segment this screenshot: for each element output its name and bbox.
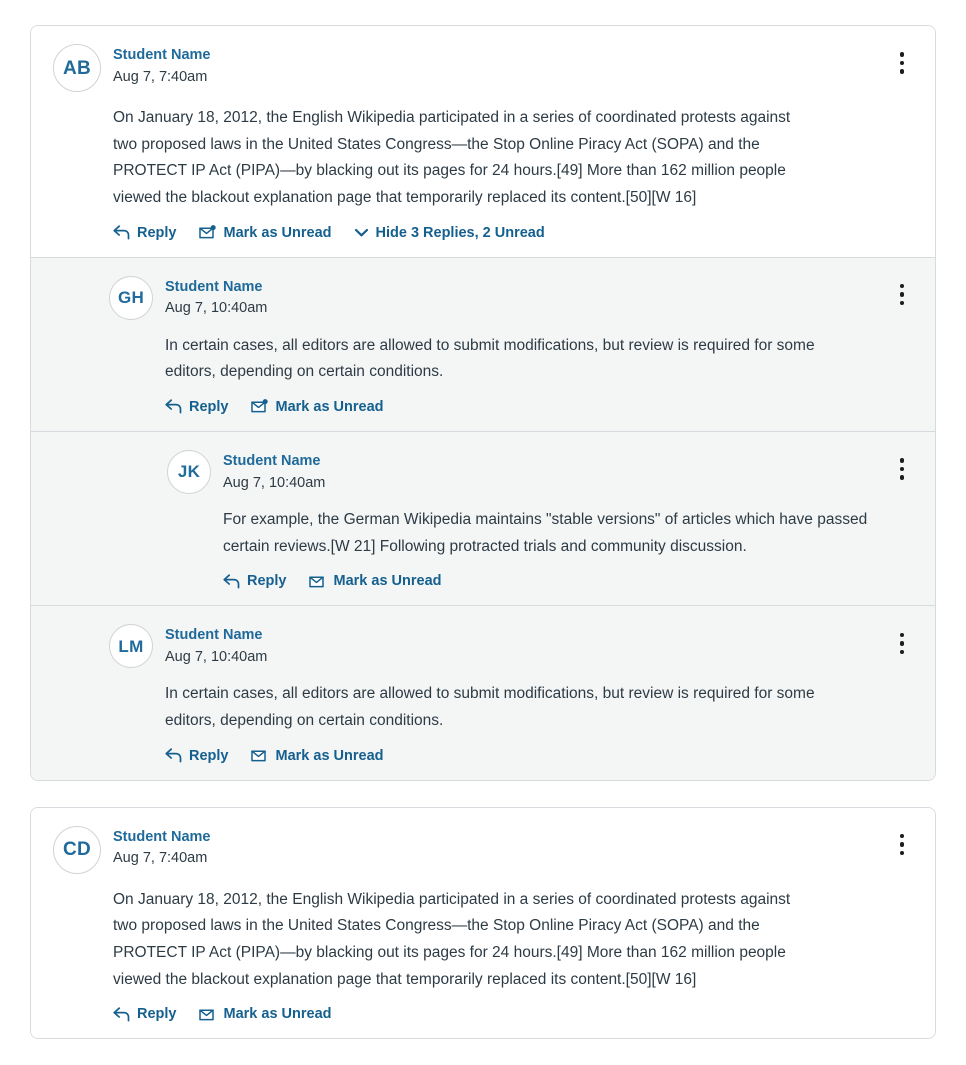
kebab-menu-icon — [899, 632, 905, 637]
post-actions: Reply Mark as Unread Hide 3 Replies, 2 Unr… — [53, 223, 913, 243]
reply-arrow-icon — [223, 574, 240, 589]
avatar[interactable]: LM — [109, 624, 153, 669]
mark-as-unread-button[interactable]: Mark as Unread — [250, 397, 384, 417]
mark-as-unread-button[interactable]: Mark as Unread — [308, 571, 442, 591]
kebab-menu-icon — [899, 466, 905, 472]
discussion-post: Manage Discussion AB Student Name Aug 7, 7:… — [31, 26, 935, 257]
reply-button[interactable]: Reply — [113, 223, 177, 243]
post-menu-button[interactable]: Manage Discussion — [891, 828, 913, 862]
discussion-reply: Manage Discussion JK Student Name Aug 7, 10… — [31, 430, 935, 606]
post-timestamp: Aug 7, 10:40am — [223, 474, 326, 491]
discussion-reply: Manage Discussion LM Student Name Aug 7, 10… — [31, 605, 935, 780]
post-timestamp: Aug 7, 10:40am — [165, 300, 268, 317]
post-actions: Reply Mark as Unread — [109, 397, 913, 417]
post-meta: Student Name Aug 7, 7:40am — [113, 826, 211, 869]
post-body: In certain cases, all editors are allowe… — [165, 685, 815, 729]
post-meta: Student Name Aug 7, 7:40am — [113, 44, 211, 87]
post-body: For example, the German Wikipedia mainta… — [223, 510, 868, 555]
reply-button[interactable]: Reply — [113, 1004, 177, 1024]
mark-as-unread-label: Mark as Unread — [275, 747, 384, 764]
kebab-menu-icon — [899, 641, 905, 646]
reply-button-label: Reply — [137, 224, 177, 241]
post-header: GH Student Name Aug 7, 10:40am — [109, 275, 913, 320]
avatar[interactable]: GH — [109, 275, 153, 320]
kebab-menu-icon — [899, 283, 905, 289]
kebab-menu-icon — [899, 842, 905, 847]
mark-as-unread-button[interactable]: Mark as Unread — [198, 223, 332, 243]
reply-button[interactable]: Reply — [165, 397, 229, 417]
post-body: On January 18, 2012, the English Wikiped… — [113, 890, 791, 988]
post-body: In certain cases, all editors are allowe… — [165, 336, 815, 381]
discussion-reply: Manage Discussion GH Student Name Aug 7, 10… — [31, 256, 935, 431]
post-menu-button[interactable]: Manage Discussion — [891, 626, 913, 660]
reply-arrow-icon — [165, 748, 182, 763]
kebab-menu-icon — [899, 52, 905, 57]
kebab-menu-icon — [899, 60, 905, 66]
mark-as-unread-label: Mark as Unread — [275, 398, 384, 415]
kebab-menu-icon — [899, 69, 905, 74]
discussion-thread-card: Manage Discussion CD Student Name Aug 7, 7:… — [30, 806, 936, 1040]
kebab-menu-icon — [899, 300, 905, 306]
mark-as-unread-label: Mark as Unread — [333, 573, 442, 590]
post-menu-button[interactable]: Manage Discussion — [891, 46, 913, 80]
reply-button-label: Reply — [189, 398, 229, 415]
kebab-menu-icon — [899, 850, 905, 856]
reply-button-label: Reply — [247, 573, 287, 590]
post-meta: Student Name Aug 7, 10:40am — [165, 624, 267, 667]
reply-arrow-icon — [165, 399, 182, 414]
avatar[interactable]: CD — [53, 825, 101, 874]
envelope-unread-icon — [198, 225, 217, 240]
discussion-post: Manage Discussion CD Student Name Aug 7, 7:… — [31, 807, 935, 1039]
post-header: JK Student Name Aug 7, 10:40am — [167, 449, 913, 494]
reply-button-label: Reply — [137, 1006, 177, 1023]
kebab-menu-icon — [899, 458, 905, 463]
envelope-icon — [250, 748, 269, 763]
post-meta: Student Name Aug 7, 10:40am — [223, 450, 325, 493]
post-timestamp: Aug 7, 7:40am — [113, 850, 208, 867]
reply-arrow-icon — [113, 225, 130, 240]
post-author-link[interactable]: Student Name — [223, 452, 325, 472]
post-author-link[interactable]: Student Name — [113, 828, 211, 848]
discussion-thread-card: Manage Discussion AB Student Name Aug 7, 7:… — [30, 25, 936, 781]
reply-arrow-icon — [113, 1007, 130, 1022]
post-author-link[interactable]: Student Name — [165, 278, 267, 298]
envelope-icon — [198, 1007, 217, 1022]
kebab-menu-icon — [899, 292, 905, 297]
post-body: On January 18, 2012, the English Wikiped… — [113, 109, 791, 206]
discussion-thread-list: Manage Discussion AB Student Name Aug 7, 7:… — [0, 0, 966, 1065]
mark-as-unread-label: Mark as Unread — [223, 1006, 332, 1023]
post-author-link[interactable]: Student Name — [165, 626, 267, 646]
post-timestamp: Aug 7, 10:40am — [165, 648, 268, 665]
kebab-menu-icon — [899, 833, 905, 839]
post-actions: Reply Mark as Unread — [53, 1004, 913, 1024]
post-author-link[interactable]: Student Name — [113, 46, 211, 66]
chevron-down-icon — [354, 227, 369, 238]
post-timestamp: Aug 7, 7:40am — [113, 68, 208, 85]
post-menu-button[interactable]: Manage Discussion — [891, 278, 913, 312]
post-actions: Reply Mark as Unread — [109, 746, 913, 766]
mark-as-unread-button[interactable]: Mark as Unread — [250, 746, 384, 766]
envelope-icon — [308, 574, 327, 589]
post-header: LM Student Name Aug 7, 10:40am — [109, 624, 913, 669]
reply-button-label: Reply — [189, 747, 229, 764]
post-menu-button[interactable]: Manage Discussion — [891, 452, 913, 486]
post-header: CD Student Name Aug 7, 7:40am — [53, 825, 913, 874]
avatar[interactable]: JK — [167, 449, 211, 494]
post-actions: Reply Mark as Unread — [167, 571, 913, 591]
post-header: AB Student Name Aug 7, 7:40am — [53, 44, 913, 92]
reply-button[interactable]: Reply — [223, 571, 287, 591]
reply-button[interactable]: Reply — [165, 746, 229, 766]
mark-as-unread-button[interactable]: Mark as Unread — [198, 1004, 332, 1024]
toggle-replies-button[interactable]: Hide 3 Replies, 2 Unread — [354, 223, 545, 243]
avatar[interactable]: AB — [53, 44, 101, 92]
post-meta: Student Name Aug 7, 10:40am — [165, 276, 267, 319]
envelope-unread-icon — [250, 399, 269, 414]
kebab-menu-icon — [899, 475, 905, 480]
kebab-menu-icon — [899, 649, 905, 654]
mark-as-unread-label: Mark as Unread — [223, 224, 332, 241]
toggle-replies-label: Hide 3 Replies, 2 Unread — [375, 224, 545, 241]
